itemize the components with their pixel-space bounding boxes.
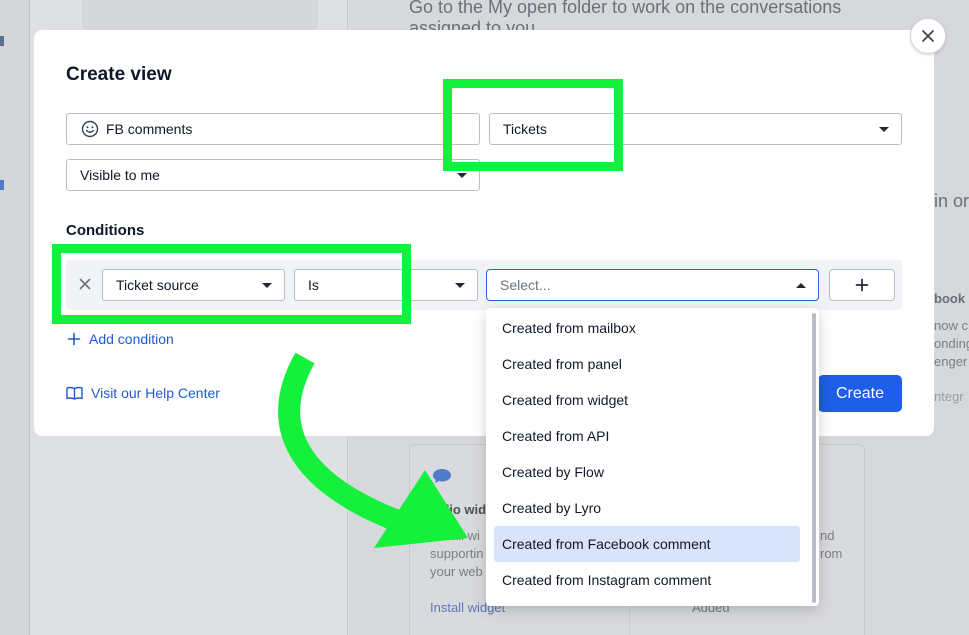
view-type-value: Tickets [503, 121, 547, 137]
dropdown-option[interactable]: Created by Lyro [494, 490, 800, 526]
bg-card-text: nd [820, 528, 835, 543]
bg-partial-text: in or [934, 191, 969, 211]
dropdown-option-selected[interactable]: Created from Facebook comment [494, 526, 800, 562]
bg-card-title: Tidio wid [430, 502, 487, 517]
bg-partial-text: now c [934, 318, 968, 333]
condition-field-value: Ticket source [116, 277, 199, 293]
smiley-icon[interactable] [81, 120, 99, 138]
add-condition-label: Add condition [89, 331, 174, 347]
caret-down-icon [262, 283, 272, 288]
caret-down-icon [457, 173, 467, 178]
bg-card-text: your web [430, 564, 483, 579]
visibility-select[interactable]: Visible to me [66, 159, 480, 191]
chat-icon [433, 469, 451, 483]
visibility-value: Visible to me [80, 167, 160, 183]
caret-down-icon [879, 127, 889, 132]
bg-partial-text: ntegr [934, 389, 964, 404]
bg-card-text: rom [820, 546, 843, 561]
dropdown-option[interactable]: Created from mailbox [494, 310, 800, 346]
bg-card-text: Install wi [430, 528, 480, 543]
condition-value-dropdown: Created from mailbox Created from panel … [486, 308, 819, 606]
left-navigation [0, 0, 30, 635]
create-button[interactable]: Create [818, 375, 902, 412]
caret-down-icon [455, 283, 465, 288]
condition-operator-select[interactable]: Is [294, 269, 478, 301]
dropdown-option[interactable]: Created from API [494, 418, 800, 454]
view-name-value: FB comments [106, 121, 193, 137]
nav-indicator [0, 36, 4, 46]
modal-title: Create view [66, 64, 172, 85]
caret-up-icon [796, 283, 806, 288]
add-condition-link[interactable]: Add condition [67, 331, 174, 347]
bg-heading-line1: Go to the My open folder to work on the … [409, 0, 842, 17]
help-center-link[interactable]: Visit our Help Center [66, 385, 220, 401]
bg-partial-text: book [934, 291, 966, 306]
view-name-field[interactable]: FB comments [66, 113, 480, 145]
close-icon[interactable] [78, 277, 92, 291]
condition-value-select[interactable]: Select... [486, 269, 819, 301]
conditions-label: Conditions [66, 222, 145, 239]
condition-field-select[interactable]: Ticket source [102, 269, 285, 301]
plus-icon [855, 278, 869, 292]
view-type-select[interactable]: Tickets [489, 113, 902, 145]
dropdown-option[interactable]: Created from panel [494, 346, 800, 382]
dropdown-scrollbar[interactable] [812, 313, 816, 603]
panel-card [82, 0, 318, 30]
dropdown-option[interactable]: Created by Flow [494, 454, 800, 490]
bg-partial-text: enger [934, 354, 968, 369]
nav-indicator-active [0, 180, 4, 190]
modal-close-button[interactable] [910, 18, 946, 54]
dropdown-option[interactable]: Created from Instagram comment [494, 562, 800, 598]
dropdown-option[interactable]: Created from widget [494, 382, 800, 418]
bg-card-text: supportin [430, 546, 484, 561]
condition-value-placeholder: Select... [500, 277, 551, 293]
book-icon [66, 386, 83, 400]
add-condition-plus-button[interactable] [829, 269, 895, 301]
help-center-label: Visit our Help Center [91, 385, 220, 401]
plus-icon [67, 332, 81, 346]
close-icon [922, 30, 934, 42]
bg-partial-text: onding [934, 336, 969, 351]
condition-operator-value: Is [308, 277, 319, 293]
